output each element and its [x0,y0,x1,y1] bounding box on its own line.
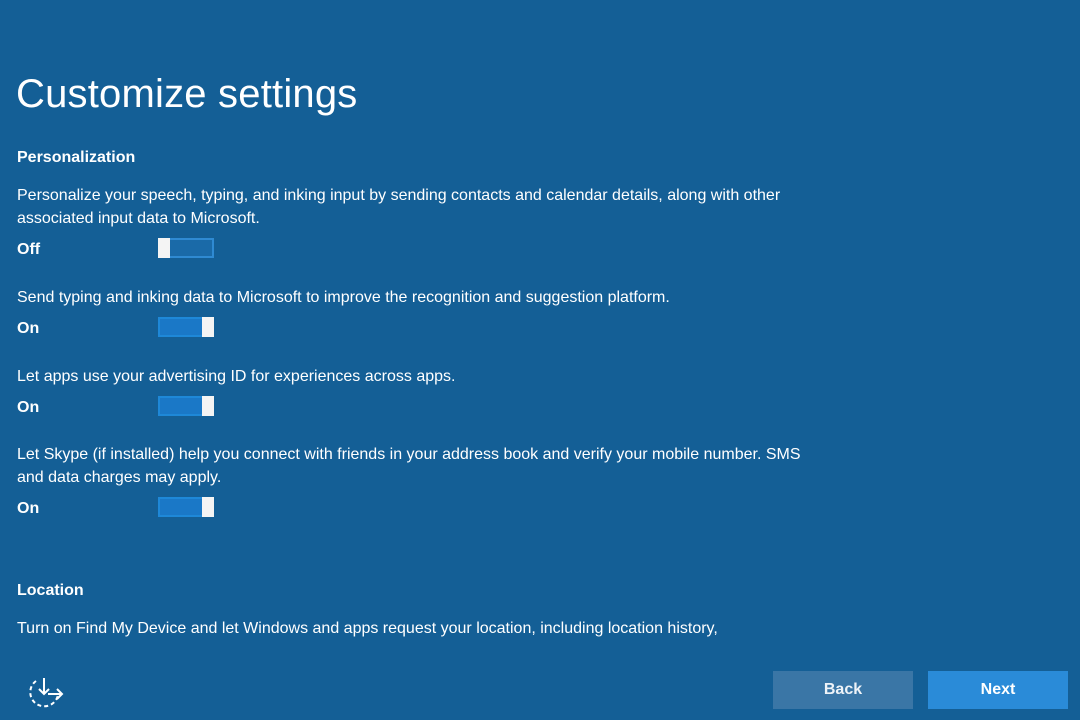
toggle-state-label: On [17,320,40,337]
speech-inking-toggle[interactable] [158,238,214,258]
ease-of-access-icon[interactable] [24,672,64,712]
personalization-heading: Personalization [17,149,136,166]
toggle-knob [158,238,170,258]
toggle-state-label: On [17,500,40,517]
setting-skype-description: Let Skype (if installed) help you connec… [17,446,801,486]
setting-advertising-id-toggle-row: On [17,396,237,420]
toggle-knob [202,497,214,517]
advertising-id-toggle[interactable] [158,396,214,416]
page-title: Customize settings [16,72,358,116]
setup-page: Customize settings Personalization Perso… [0,0,1080,720]
setting-skype-toggle-row: On [17,497,237,521]
setting-speech-inking-description: Personalize your speech, typing, and ink… [17,187,781,227]
location-description: Turn on Find My Device and let Windows a… [17,620,718,637]
next-button[interactable]: Next [928,671,1068,709]
toggle-knob [202,396,214,416]
setting-typing-data-description: Send typing and inking data to Microsoft… [17,289,670,306]
typing-data-toggle[interactable] [158,317,214,337]
toggle-state-label: On [17,399,40,416]
back-button[interactable]: Back [773,671,913,709]
toggle-state-label: Off [17,241,41,258]
location-heading: Location [17,582,84,599]
setting-speech-inking-toggle-row: Off [17,238,237,262]
skype-toggle[interactable] [158,497,214,517]
setting-typing-data-toggle-row: On [17,317,237,341]
setting-advertising-id-description: Let apps use your advertising ID for exp… [17,368,456,385]
ease-of-access-icon-graphic [29,678,64,708]
toggle-knob [202,317,214,337]
